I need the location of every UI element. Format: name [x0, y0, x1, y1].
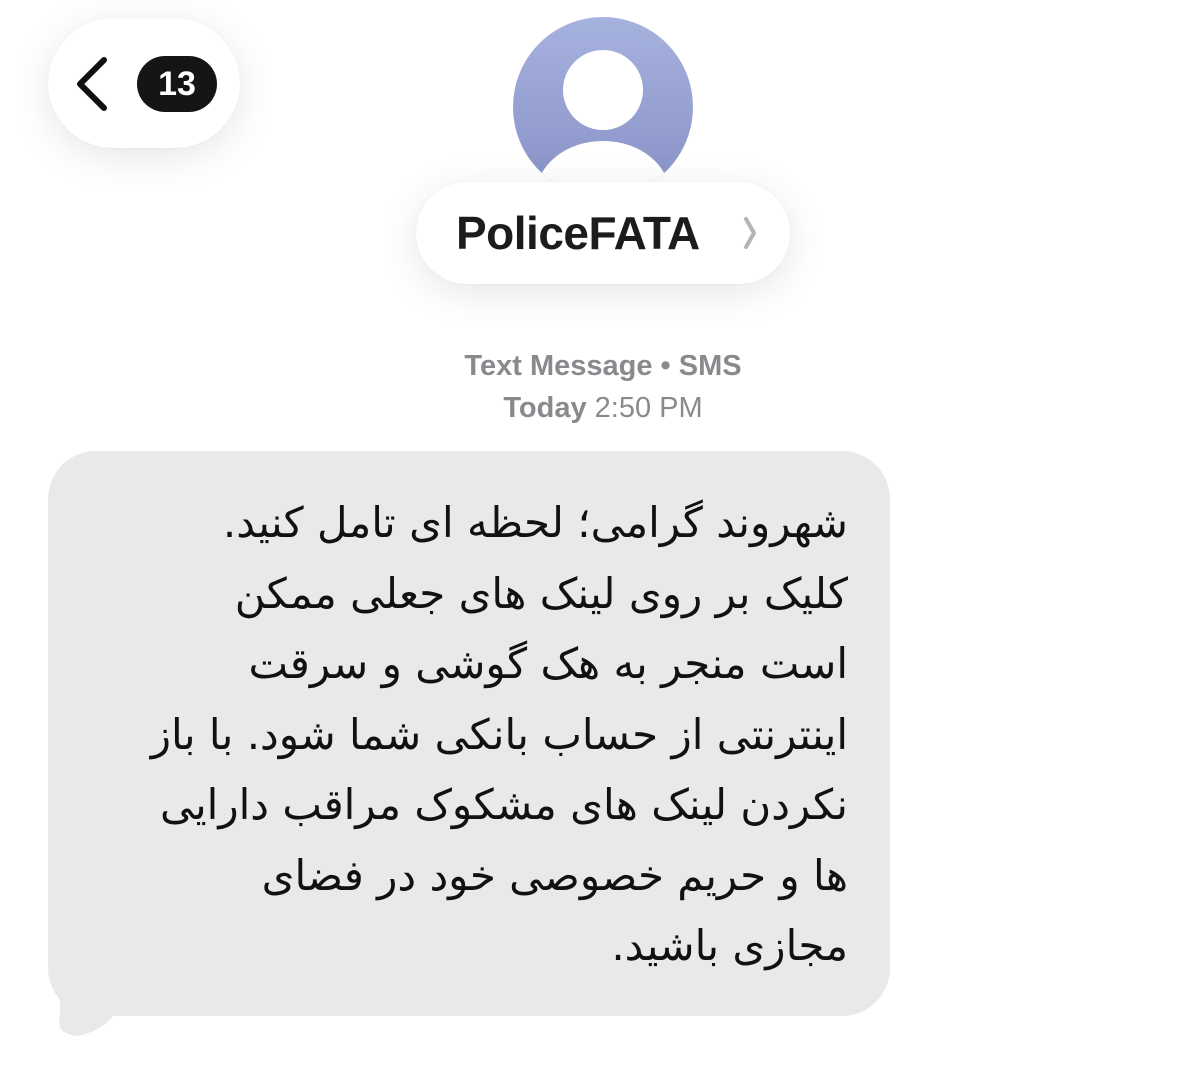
timestamp: Today 2:50 PM [300, 392, 906, 425]
person-silhouette-icon [536, 50, 670, 197]
contact-name: PoliceFATA [456, 207, 700, 259]
contact-name-button[interactable]: PoliceFATA [416, 182, 790, 284]
message-body: شهروند گرامی؛ لحظه ای تامل کنید. کلیک بر… [150, 498, 848, 970]
timestamp-day: Today [503, 392, 587, 424]
unread-count-badge[interactable]: 13 [137, 56, 217, 112]
sms-thread-screen: 13 PoliceFATA Text Message • SMS Today 2… [0, 0, 1199, 1068]
chevron-right-icon [744, 217, 756, 249]
contact-avatar[interactable] [513, 17, 693, 197]
timestamp-time: 2:50 PM [594, 392, 703, 424]
message-type-label: Text Message • SMS [464, 350, 742, 382]
chevron-left-icon[interactable] [72, 56, 112, 112]
